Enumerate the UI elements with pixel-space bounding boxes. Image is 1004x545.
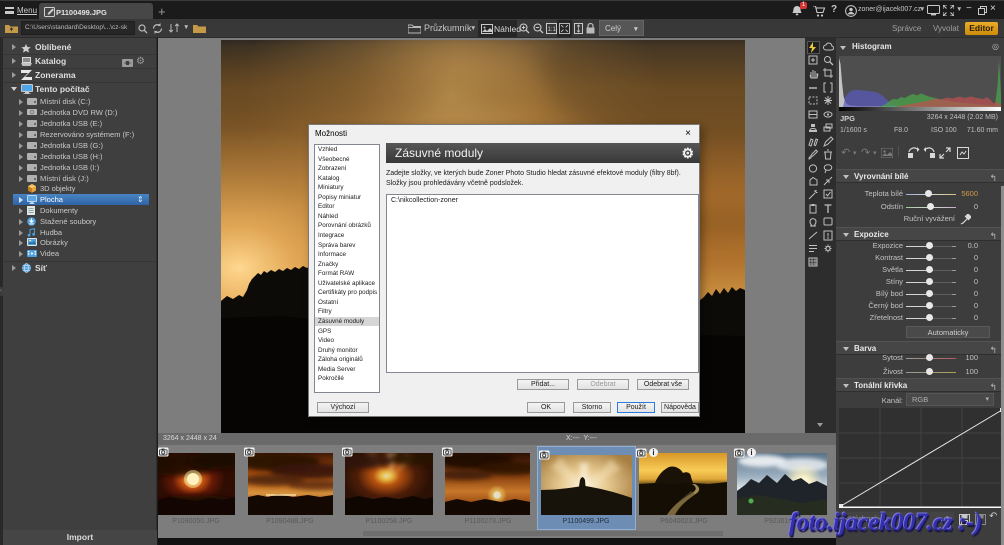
- svg-text:1:1: 1:1: [548, 27, 557, 33]
